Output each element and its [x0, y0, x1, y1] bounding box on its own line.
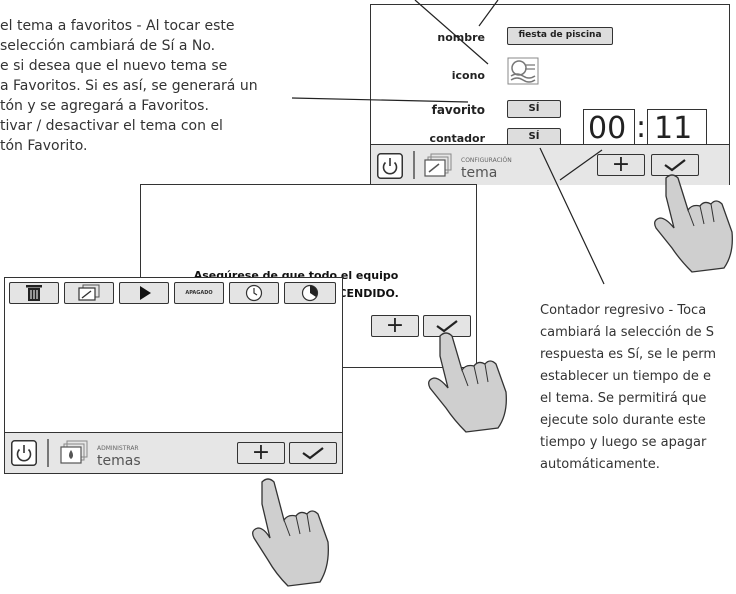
callout-line	[291, 97, 469, 103]
callout-line	[414, 0, 489, 65]
pointing-hand-icon	[654, 174, 733, 273]
pointing-hand-icon	[428, 332, 507, 433]
callout-line	[559, 149, 603, 181]
callout-line	[539, 147, 605, 285]
callout-line	[478, 0, 499, 27]
pointing-hand-icon	[252, 478, 329, 587]
callout-lines	[291, 0, 605, 285]
